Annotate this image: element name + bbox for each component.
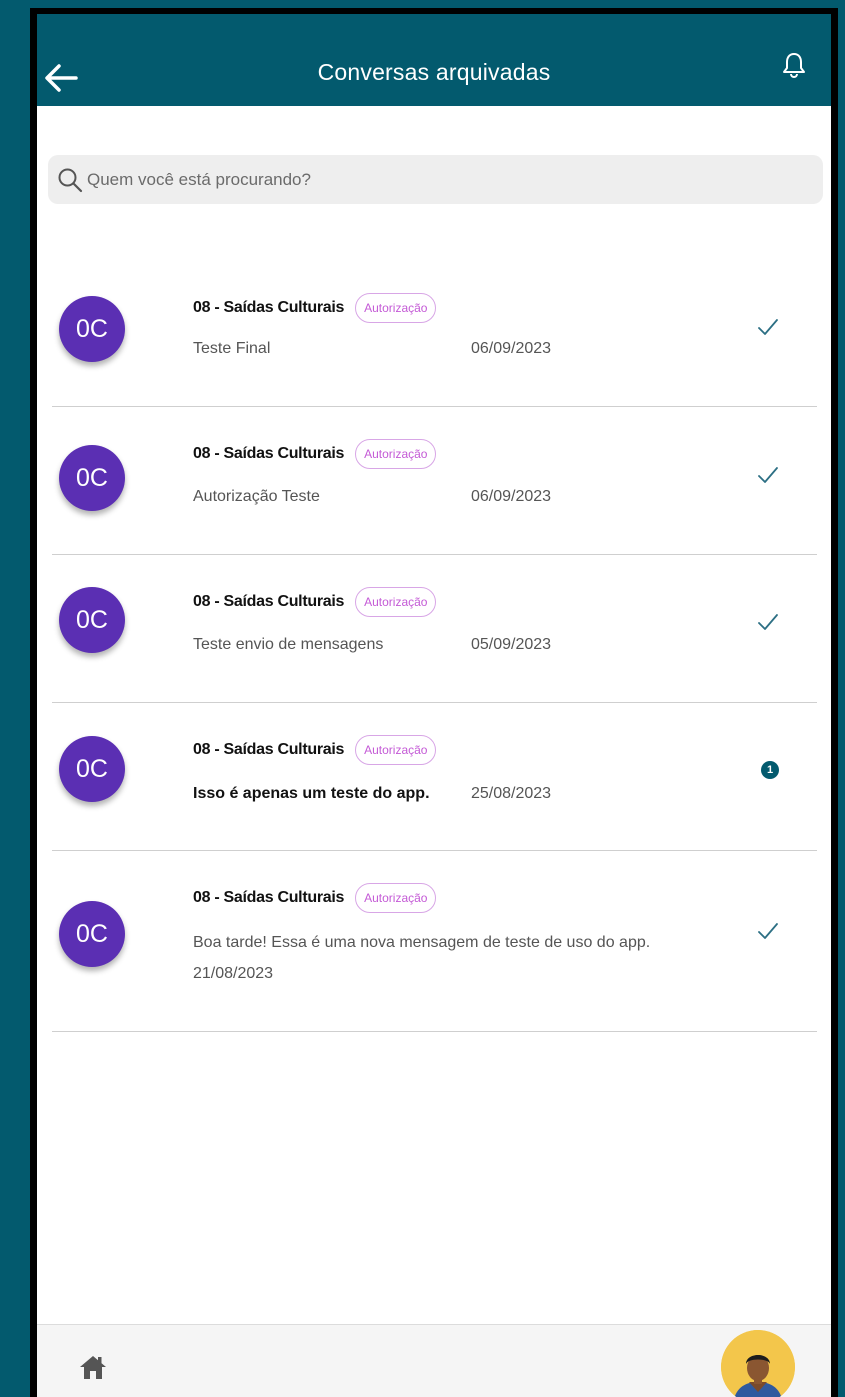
- avatar: 0C: [59, 901, 125, 967]
- app-screen: Conversas arquivadas 0C 08 - Saídas Cult…: [37, 14, 831, 1397]
- search-input[interactable]: [87, 169, 787, 190]
- conversation-item[interactable]: 0C 08 - Saídas Culturais Autorização Iss…: [52, 703, 817, 851]
- message-preview: Autorização Teste: [193, 488, 320, 505]
- category-tag: Autorização: [355, 293, 437, 323]
- category-tag: Autorização: [355, 883, 437, 913]
- category-tag: Autorização: [355, 735, 437, 765]
- conversation-title: 08 - Saídas Culturais: [193, 593, 345, 610]
- avatar: 0C: [59, 736, 125, 802]
- message-date: 25/08/2023: [471, 785, 552, 802]
- message-date: 06/09/2023: [471, 488, 552, 505]
- user-avatar-icon: [721, 1330, 795, 1397]
- conversation-title-line: 08 - Saídas Culturais Autorização: [193, 293, 437, 323]
- home-button[interactable]: [79, 1354, 107, 1382]
- page-title: Conversas arquivadas: [317, 59, 551, 85]
- conversation-item[interactable]: 0C 08 - Saídas Culturais Autorização Aut…: [52, 407, 817, 555]
- conversation-item[interactable]: 0C 08 - Saídas Culturais Autorização Tes…: [52, 260, 817, 407]
- home-icon: [80, 1356, 106, 1379]
- message-preview-wrap: Boa tarde! Essa é uma nova mensagem de t…: [193, 927, 713, 989]
- profile-avatar[interactable]: [721, 1330, 795, 1397]
- message-date: 06/09/2023: [471, 340, 552, 357]
- message-preview: Boa tarde! Essa é uma nova mensagem de t…: [193, 934, 651, 951]
- message-preview: Isso é apenas um teste do app.: [193, 785, 430, 802]
- message-date: 05/09/2023: [471, 636, 552, 653]
- conversation-list: 0C 08 - Saídas Culturais Autorização Tes…: [52, 260, 817, 1032]
- conversation-title-line: 08 - Saídas Culturais Autorização: [193, 883, 437, 913]
- unread-badge: 1: [761, 761, 779, 779]
- bottom-navigation: [37, 1324, 831, 1397]
- check-icon: [755, 611, 781, 633]
- conversation-title: 08 - Saídas Culturais: [193, 445, 345, 462]
- app-bar: Conversas arquivadas: [37, 14, 831, 106]
- search-icon: [58, 168, 83, 192]
- conversation-title-line: 08 - Saídas Culturais Autorização: [193, 439, 437, 469]
- conversation-item[interactable]: 0C 08 - Saídas Culturais Autorização Tes…: [52, 555, 817, 703]
- conversation-title: 08 - Saídas Culturais: [193, 889, 345, 906]
- bell-icon: [783, 53, 805, 79]
- avatar: 0C: [59, 296, 125, 362]
- message-preview: Teste envio de mensagens: [193, 636, 384, 653]
- notifications-button[interactable]: [777, 48, 811, 82]
- conversation-title: 08 - Saídas Culturais: [193, 299, 345, 316]
- conversation-title: 08 - Saídas Culturais: [193, 741, 345, 758]
- message-preview: Teste Final: [193, 340, 271, 357]
- conversation-item[interactable]: 0C 08 - Saídas Culturais Autorização Boa…: [52, 851, 817, 1032]
- avatar: 0C: [59, 587, 125, 653]
- search-bar[interactable]: [48, 155, 823, 204]
- conversation-title-line: 08 - Saídas Culturais Autorização: [193, 587, 437, 617]
- message-date: 21/08/2023: [193, 965, 274, 982]
- category-tag: Autorização: [355, 587, 437, 617]
- check-icon: [755, 920, 781, 942]
- check-icon: [755, 464, 781, 486]
- avatar: 0C: [59, 445, 125, 511]
- check-icon: [755, 316, 781, 338]
- category-tag: Autorização: [355, 439, 437, 469]
- conversation-title-line: 08 - Saídas Culturais Autorização: [193, 735, 437, 765]
